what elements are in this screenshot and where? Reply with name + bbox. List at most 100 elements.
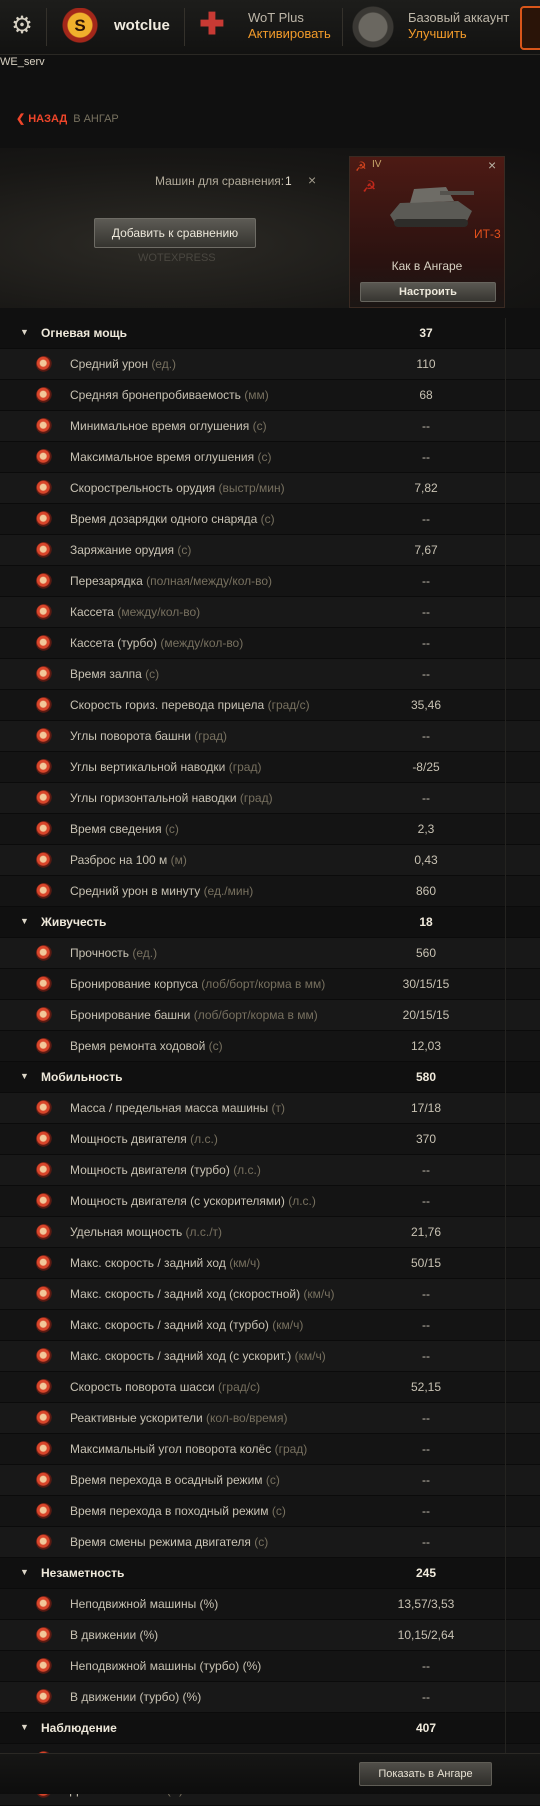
stat-label: Перезарядка (полная/между/кол-во) [70, 574, 272, 588]
account-upgrade-link[interactable]: Улучшить [408, 26, 467, 41]
stat-row[interactable]: Макс. скорость / задний ход (скоростной)… [0, 1279, 540, 1310]
stat-value: -- [422, 1690, 430, 1704]
repair-icon [36, 1038, 52, 1054]
stat-label: Прочность (ед.) [70, 946, 157, 960]
stat-row[interactable]: Время смены режима двигателя (с) -- [0, 1527, 540, 1558]
gear-icon[interactable]: ⚙ [8, 12, 36, 40]
stat-label: Средний урон в минуту (ед./мин) [70, 884, 253, 898]
stat-label: Кассета (между/кол-во) [70, 605, 200, 619]
stat-row[interactable]: Скорость поворота шасси (град/с) 52,15 [0, 1372, 540, 1403]
camo-still-icon [36, 1596, 52, 1612]
collapse-triangle-icon[interactable]: ▼ [20, 1071, 29, 1081]
stat-label: Макс. скорость / задний ход (с ускорит.)… [70, 1349, 326, 1363]
camo-still-turbo-icon [36, 1658, 52, 1674]
stat-row[interactable]: В движении (%) 10,15/2,64 [0, 1620, 540, 1651]
stat-row[interactable]: В движении (турбо) (%) -- [0, 1682, 540, 1713]
clear-compare-icon[interactable]: × [308, 172, 316, 188]
collapse-triangle-icon[interactable]: ▼ [20, 1722, 29, 1732]
stat-value: -- [422, 636, 430, 650]
stat-row[interactable]: Средний урон в минуту (ед./мин) 860 [0, 876, 540, 907]
stat-row[interactable]: Реактивные ускорители (кол-во/время) -- [0, 1403, 540, 1434]
stat-row[interactable]: Время ремонта ходовой (с) 12,03 [0, 1031, 540, 1062]
stat-row[interactable]: Кассета (турбо) (между/кол-во) -- [0, 628, 540, 659]
collapse-triangle-icon[interactable]: ▼ [20, 327, 29, 337]
stat-row[interactable]: Время перехода в походный режим (с) -- [0, 1496, 540, 1527]
stat-row[interactable]: Углы горизонтальной наводки (град) -- [0, 783, 540, 814]
clan-badge-icon[interactable]: S [58, 8, 102, 46]
category-header[interactable]: ▼ Огневая мощь 37 [0, 318, 540, 349]
stat-label: Заряжание орудия (с) [70, 543, 191, 557]
stat-row[interactable]: Удельная мощность (л.с./т) 21,76 [0, 1217, 540, 1248]
category-value: 37 [419, 326, 433, 340]
stat-row[interactable]: Время сведения (с) 2,3 [0, 814, 540, 845]
stat-row[interactable]: Бронирование башни (лоб/борт/корма в мм)… [0, 1000, 540, 1031]
username[interactable]: wotclue [114, 17, 170, 34]
stat-row[interactable]: Максимальное время оглушения (с) -- [0, 442, 540, 473]
back-arrow-icon[interactable]: ❮ [16, 113, 25, 125]
add-to-compare-button[interactable]: Добавить к сравнению [94, 218, 256, 248]
stat-unit: (лоб/борт/корма в мм) [193, 1008, 318, 1022]
stat-row[interactable]: Макс. скорость / задний ход (км/ч) 50/15 [0, 1248, 540, 1279]
stat-label: Время смены режима двигателя (с) [70, 1535, 268, 1549]
collapse-triangle-icon[interactable]: ▼ [20, 1567, 29, 1577]
stat-row[interactable]: Бронирование корпуса (лоб/борт/корма в м… [0, 969, 540, 1000]
stat-row[interactable]: Мощность двигателя (л.с.) 370 [0, 1124, 540, 1155]
wot-plus-activate-link[interactable]: Активировать [248, 26, 331, 41]
stat-unit: (км/ч) [272, 1318, 304, 1332]
stat-label-text: Макс. скорость / задний ход (скоростной) [70, 1287, 301, 1301]
stat-row[interactable]: Прочность (ед.) 560 [0, 938, 540, 969]
stat-label: Максимальное время оглушения (с) [70, 450, 271, 464]
category-header[interactable]: ▼ Незаметность 245 [0, 1558, 540, 1589]
stat-row[interactable]: Минимальное время оглушения (с) -- [0, 411, 540, 442]
hit-points-icon [36, 945, 52, 961]
stat-row[interactable]: Время перехода в осадный режим (с) -- [0, 1465, 540, 1496]
stat-row[interactable]: Углы поворота башни (град) -- [0, 721, 540, 752]
hull-armor-icon [36, 976, 52, 992]
stat-row[interactable]: Средняя бронепробиваемость (мм) 68 [0, 380, 540, 411]
stat-value: -- [422, 1504, 430, 1518]
category-header[interactable]: ▼ Мобильность 580 [0, 1062, 540, 1093]
wot-plus-icon[interactable]: ✚ [198, 10, 226, 40]
stat-label-text: В движении (турбо) (%) [70, 1690, 202, 1704]
stat-unit: (с) [252, 419, 267, 433]
stat-row[interactable]: Мощность двигателя (с ускорителями) (л.с… [0, 1186, 540, 1217]
stat-value: -- [422, 1473, 430, 1487]
category-name: Мобильность [41, 1070, 123, 1084]
stat-row[interactable]: Скорострельность орудия (выстр/мин) 7,82 [0, 473, 540, 504]
stat-row[interactable]: Время залпа (с) -- [0, 659, 540, 690]
stat-row[interactable]: Мощность двигателя (турбо) (л.с.) -- [0, 1155, 540, 1186]
stat-unit: (с) [208, 1039, 223, 1053]
collapse-triangle-icon[interactable]: ▼ [20, 916, 29, 926]
show-in-hangar-button[interactable]: Показать в Ангаре [359, 1762, 492, 1786]
tank-image-icon [390, 187, 474, 227]
stat-row[interactable]: Разброс на 100 м (м) 0,43 [0, 845, 540, 876]
stat-row[interactable]: Максимальный угол поворота колёс (град) -… [0, 1434, 540, 1465]
stat-unit: (с) [260, 512, 275, 526]
configure-button[interactable]: Настроить [360, 282, 496, 302]
engine-turbo-icon [36, 1162, 52, 1178]
back-nav[interactable]: ❮ НАЗАД В АНГАР [16, 112, 119, 125]
stat-value: 2,3 [417, 822, 435, 836]
stat-row[interactable]: Перезарядка (полная/между/кол-во) -- [0, 566, 540, 597]
stat-row[interactable]: Средний урон (ед.) 110 [0, 349, 540, 380]
close-icon[interactable]: × [488, 157, 496, 173]
stat-row[interactable]: Макс. скорость / задний ход (с ускорит.)… [0, 1341, 540, 1372]
stat-row[interactable]: Скорость гориз. перевода прицела (град/с… [0, 690, 540, 721]
stat-row[interactable]: Заряжание орудия (с) 7,67 [0, 535, 540, 566]
category-header[interactable]: ▼ Живучесть 18 [0, 907, 540, 938]
stat-row[interactable]: Макс. скорость / задний ход (турбо) (км/… [0, 1310, 540, 1341]
stat-row[interactable]: Время дозарядки одного снаряда (с) -- [0, 504, 540, 535]
horizontal-angles-icon [36, 790, 52, 806]
category-header[interactable]: ▼ Наблюдение 407 [0, 1713, 540, 1744]
stat-value: -- [422, 1349, 430, 1363]
premium-shop-button[interactable] [520, 6, 540, 50]
stat-row[interactable]: Неподвижной машины (турбо) (%) -- [0, 1651, 540, 1682]
back-button[interactable]: НАЗАД [28, 113, 67, 125]
tank-card[interactable]: ☭ IV ☭ × ИТ-3 Как в Ангаре Настроить [349, 156, 505, 308]
stat-row[interactable]: Кассета (между/кол-во) -- [0, 597, 540, 628]
account-tank-icon[interactable] [352, 6, 394, 48]
stat-row[interactable]: Неподвижной машины (%) 13,57/3,53 [0, 1589, 540, 1620]
stat-row[interactable]: Масса / предельная масса машины (т) 17/18 [0, 1093, 540, 1124]
stat-label-text: Скорость поворота шасси [70, 1380, 215, 1394]
stat-row[interactable]: Углы вертикальной наводки (град) -8/25 [0, 752, 540, 783]
